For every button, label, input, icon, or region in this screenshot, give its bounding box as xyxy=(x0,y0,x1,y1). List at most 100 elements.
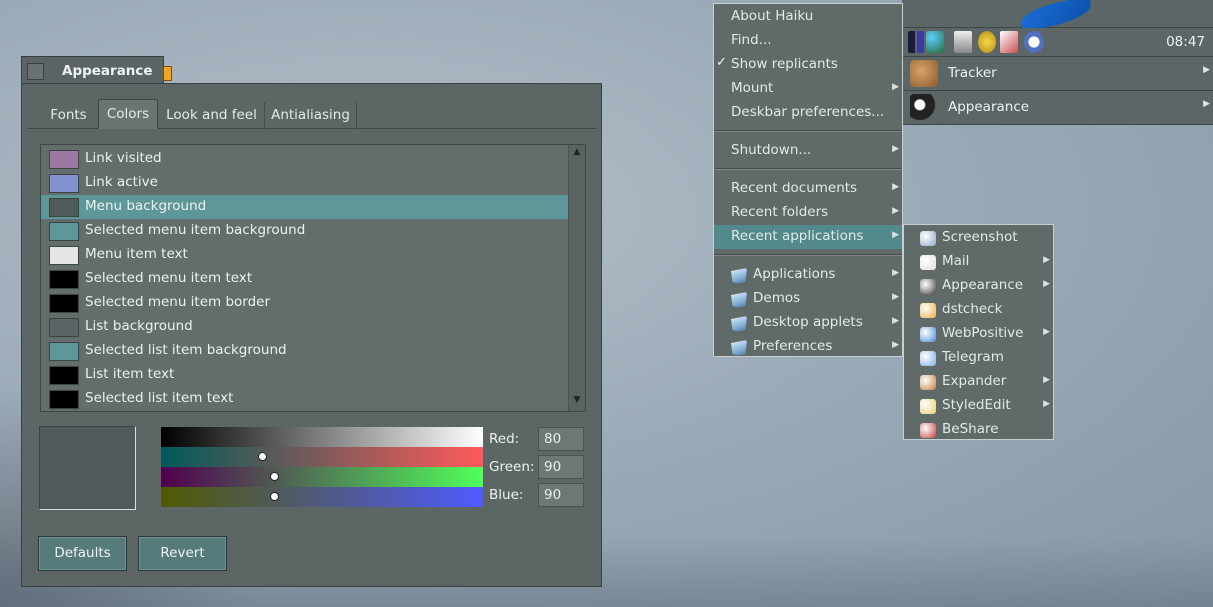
menu-item-label: Recent documents xyxy=(731,180,858,196)
menu-item-mount[interactable]: Mount ▶ xyxy=(714,77,902,101)
appearance-icon xyxy=(920,279,936,294)
search-icon[interactable] xyxy=(1024,31,1044,53)
color-swatch xyxy=(49,294,79,313)
webpositive-icon xyxy=(920,327,936,342)
red-field[interactable]: 80 xyxy=(538,427,584,451)
process-controller-icon[interactable] xyxy=(908,31,924,53)
recent-app-screenshot[interactable]: Screenshot xyxy=(904,226,1053,250)
color-list-item[interactable]: Menu item text xyxy=(41,243,568,267)
menu-item-label: BeShare xyxy=(942,421,999,437)
green-slider-knob[interactable] xyxy=(270,472,279,481)
recent-app-stylededit[interactable]: StyledEdit ▶ xyxy=(904,394,1053,418)
menu-item-applications[interactable]: Applications ▶ xyxy=(714,263,902,287)
recent-app-expander[interactable]: Expander ▶ xyxy=(904,370,1053,394)
recent-app-beshare[interactable]: BeShare xyxy=(904,418,1053,442)
clock[interactable]: 08:47 xyxy=(1166,34,1205,50)
color-swatch xyxy=(49,174,79,193)
tab-fonts[interactable]: Fonts xyxy=(39,102,99,129)
tab-colors[interactable]: Colors xyxy=(98,99,158,129)
dstcheck-icon xyxy=(920,303,936,318)
menu-item-deskbar-preferences[interactable]: Deskbar preferences... xyxy=(714,101,902,125)
submenu-arrow-icon: ▶ xyxy=(892,82,899,92)
green-field[interactable]: 90 xyxy=(538,455,584,479)
color-list-item[interactable]: List item text xyxy=(41,363,568,387)
appearance-window: Fonts Colors Look and feel Antialiasing … xyxy=(21,83,602,587)
recent-app-dstcheck[interactable]: dstcheck xyxy=(904,298,1053,322)
submenu-arrow-icon: ▶ xyxy=(892,206,899,216)
menu-item-demos[interactable]: Demos ▶ xyxy=(714,287,902,311)
color-list-item[interactable]: Selected list item background xyxy=(41,339,568,363)
red-slider-knob[interactable] xyxy=(258,452,267,461)
menu-item-about-haiku[interactable]: About Haiku xyxy=(714,5,902,29)
menu-item-recent-applications[interactable]: Recent applications ▶ xyxy=(714,225,902,249)
menu-item-label: Deskbar preferences... xyxy=(731,104,885,120)
recent-app-appearance[interactable]: Appearance ▶ xyxy=(904,274,1053,298)
color-list-item[interactable]: Menu background xyxy=(41,195,568,219)
menu-separator xyxy=(714,130,902,132)
recent-app-telegram[interactable]: Telegram xyxy=(904,346,1053,370)
tab-look-and-feel[interactable]: Look and feel xyxy=(159,102,265,129)
color-list[interactable]: Link visited Link active Menu background Se… xyxy=(40,144,586,412)
color-list-item[interactable]: Selected list item text xyxy=(41,387,568,411)
window-tab[interactable]: Appearance xyxy=(21,56,164,86)
beshare-icon xyxy=(920,423,936,438)
folder-icon xyxy=(731,340,747,355)
color-list-item[interactable]: Link visited xyxy=(41,147,568,171)
color-item-label: Selected list item text xyxy=(85,390,234,406)
menu-item-label: Expander xyxy=(942,373,1007,389)
revert-button[interactable]: Revert xyxy=(138,536,227,571)
blue-field[interactable]: 90 xyxy=(538,483,584,507)
green-slider[interactable] xyxy=(161,467,483,487)
list-scrollbar[interactable]: ▲ ▼ xyxy=(568,145,585,411)
menu-item-label: Mail xyxy=(942,253,970,269)
media-icon[interactable] xyxy=(954,31,972,53)
menu-item-label: Show replicants xyxy=(731,56,838,72)
submenu-arrow-icon: ▶ xyxy=(892,292,899,302)
menu-item-label: Find... xyxy=(731,32,772,48)
menu-item-label: Recent folders xyxy=(731,204,829,220)
submenu-arrow-icon: ▶ xyxy=(1043,327,1050,337)
color-list-item[interactable]: List background xyxy=(41,315,568,339)
recent-app-mail[interactable]: Mail ▶ xyxy=(904,250,1053,274)
network-icon[interactable] xyxy=(926,31,944,53)
deskbar-app-appearance[interactable]: Appearance ▶ xyxy=(902,91,1213,125)
menu-item-label: Mount xyxy=(731,80,774,96)
screenshot-icon xyxy=(920,231,936,246)
color-swatch xyxy=(49,198,79,217)
menu-item-show-replicants[interactable]: ✓ Show replicants xyxy=(714,53,902,77)
submenu-arrow-icon: ▶ xyxy=(1043,255,1050,265)
close-button[interactable] xyxy=(27,63,44,80)
menu-item-recent-folders[interactable]: Recent folders ▶ xyxy=(714,201,902,225)
menu-item-desktop-applets[interactable]: Desktop applets ▶ xyxy=(714,311,902,335)
menu-separator xyxy=(714,254,902,256)
menu-item-preferences[interactable]: Preferences ▶ xyxy=(714,335,902,359)
expander-icon xyxy=(920,375,936,390)
color-list-item[interactable]: Link active xyxy=(41,171,568,195)
menu-item-label: WebPositive xyxy=(942,325,1024,341)
recent-app-webpositive[interactable]: WebPositive ▶ xyxy=(904,322,1053,346)
blue-slider[interactable] xyxy=(161,487,483,507)
color-list-item[interactable]: Selected menu item background xyxy=(41,219,568,243)
defaults-button[interactable]: Defaults xyxy=(38,536,127,571)
leaf-menu: About Haiku Find... ✓ Show replicants Mount ▶… xyxy=(713,3,903,357)
menu-item-recent-documents[interactable]: Recent documents ▶ xyxy=(714,177,902,201)
mail-icon[interactable] xyxy=(1000,31,1018,53)
power-icon[interactable] xyxy=(978,31,996,53)
red-slider[interactable] xyxy=(161,447,483,467)
tab-antialiasing[interactable]: Antialiasing xyxy=(265,102,357,129)
color-preview[interactable] xyxy=(39,426,136,510)
color-swatch xyxy=(49,222,79,241)
zoom-button[interactable] xyxy=(163,66,172,81)
menu-item-shutdown[interactable]: Shutdown... ▶ xyxy=(714,139,902,163)
menu-item-label: Telegram xyxy=(942,349,1004,365)
color-list-item[interactable]: Selected menu item text xyxy=(41,267,568,291)
scroll-down-arrow-icon[interactable]: ▼ xyxy=(569,395,585,409)
deskbar-leaf-area[interactable] xyxy=(902,0,1213,33)
menu-item-label: Screenshot xyxy=(942,229,1018,245)
menu-item-find[interactable]: Find... xyxy=(714,29,902,53)
color-list-item[interactable]: Selected menu item border xyxy=(41,291,568,315)
deskbar-app-tracker[interactable]: Tracker ▶ xyxy=(902,57,1213,91)
blue-slider-knob[interactable] xyxy=(270,492,279,501)
scroll-up-arrow-icon[interactable]: ▲ xyxy=(569,147,585,161)
color-item-label: Link active xyxy=(85,174,158,190)
